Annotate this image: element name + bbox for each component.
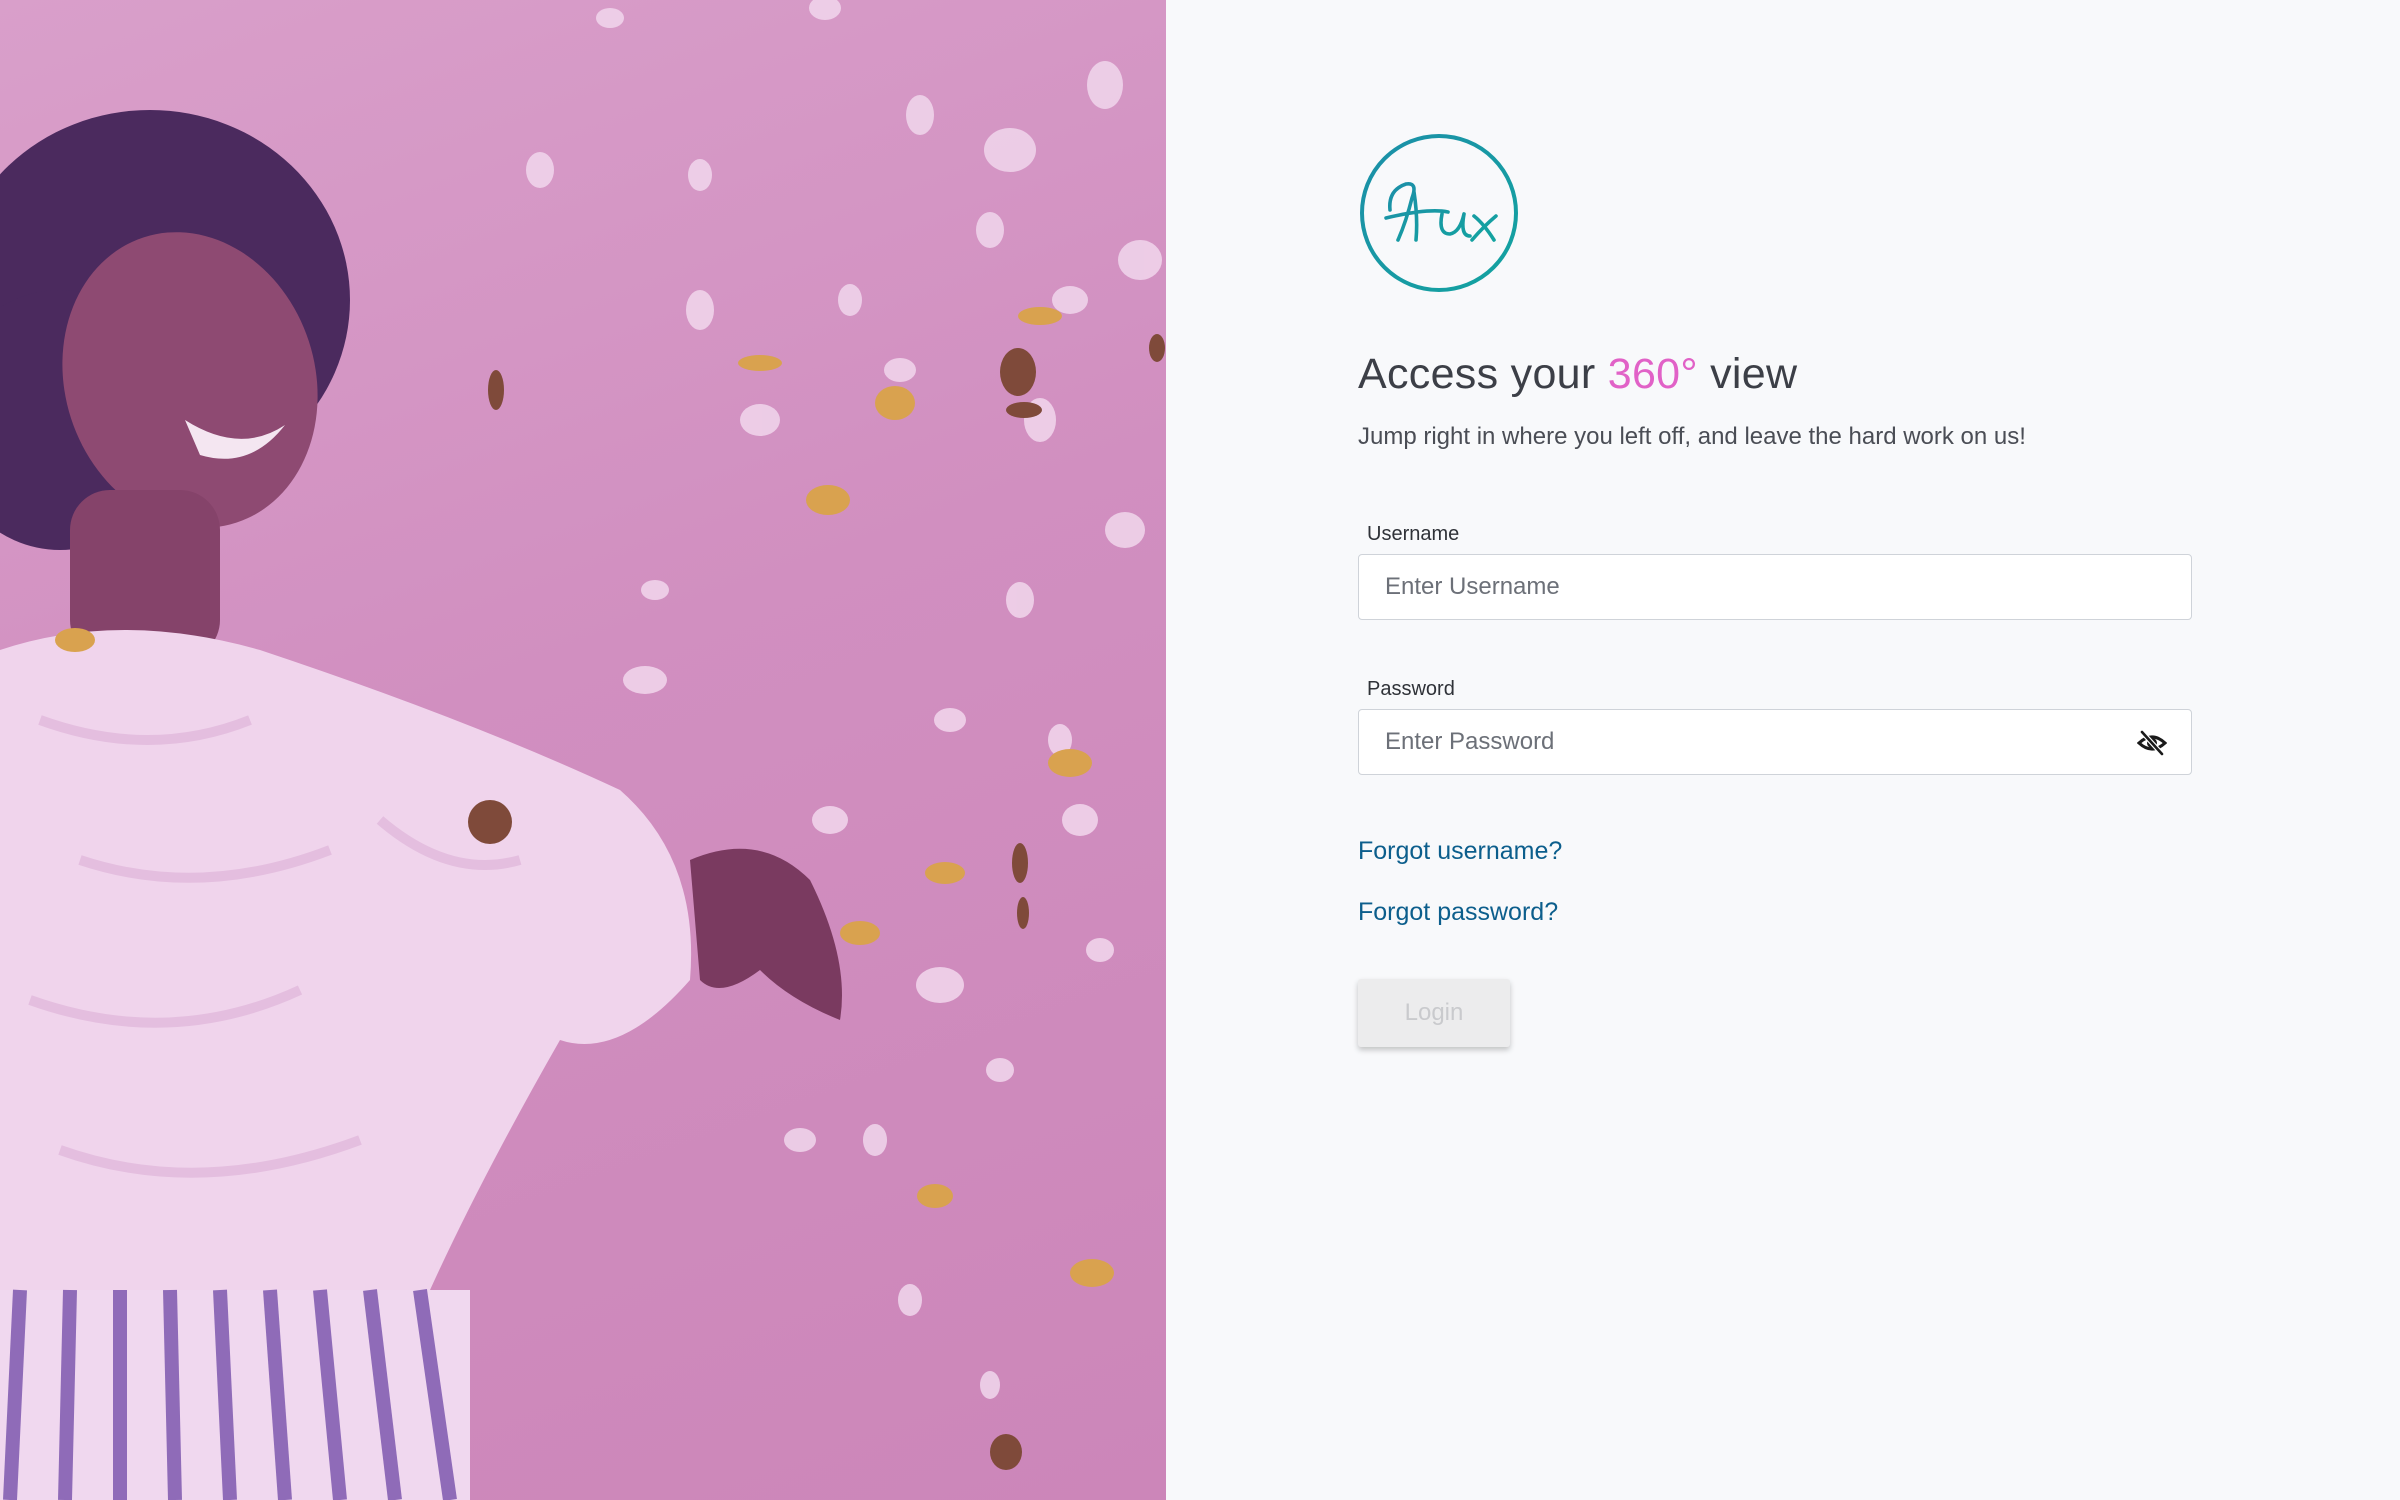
password-label: Password <box>1367 678 1455 700</box>
hux-logo <box>1360 134 1518 292</box>
username-input[interactable] <box>1359 555 2191 619</box>
password-input-wrapper <box>1358 709 2192 775</box>
page-subtitle: Jump right in where you left off, and le… <box>1358 423 2026 450</box>
hero-image <box>0 0 1166 1500</box>
headline-prefix: Access your <box>1358 350 1608 398</box>
password-input[interactable] <box>1359 710 2191 774</box>
page-title: Access your 360° view <box>1358 350 2192 399</box>
hero-illustration <box>0 0 1165 1500</box>
headline-suffix: view <box>1697 350 1798 398</box>
login-content: Access your 360° view Jump right in wher… <box>1358 132 2192 1047</box>
username-field-group: Username <box>1358 523 2192 620</box>
password-field-group: Password <box>1358 678 2192 775</box>
eye-slash-icon[interactable] <box>2137 729 2167 757</box>
headline-accent: 360° <box>1607 350 1698 398</box>
username-input-wrapper <box>1358 554 2192 620</box>
forgot-password-link[interactable]: Forgot password? <box>1358 898 2192 927</box>
login-panel: Access your 360° view Jump right in wher… <box>1166 0 2400 1500</box>
forgot-username-link[interactable]: Forgot username? <box>1358 837 2192 866</box>
username-label: Username <box>1367 523 1460 545</box>
login-button[interactable]: Login <box>1358 979 1510 1047</box>
